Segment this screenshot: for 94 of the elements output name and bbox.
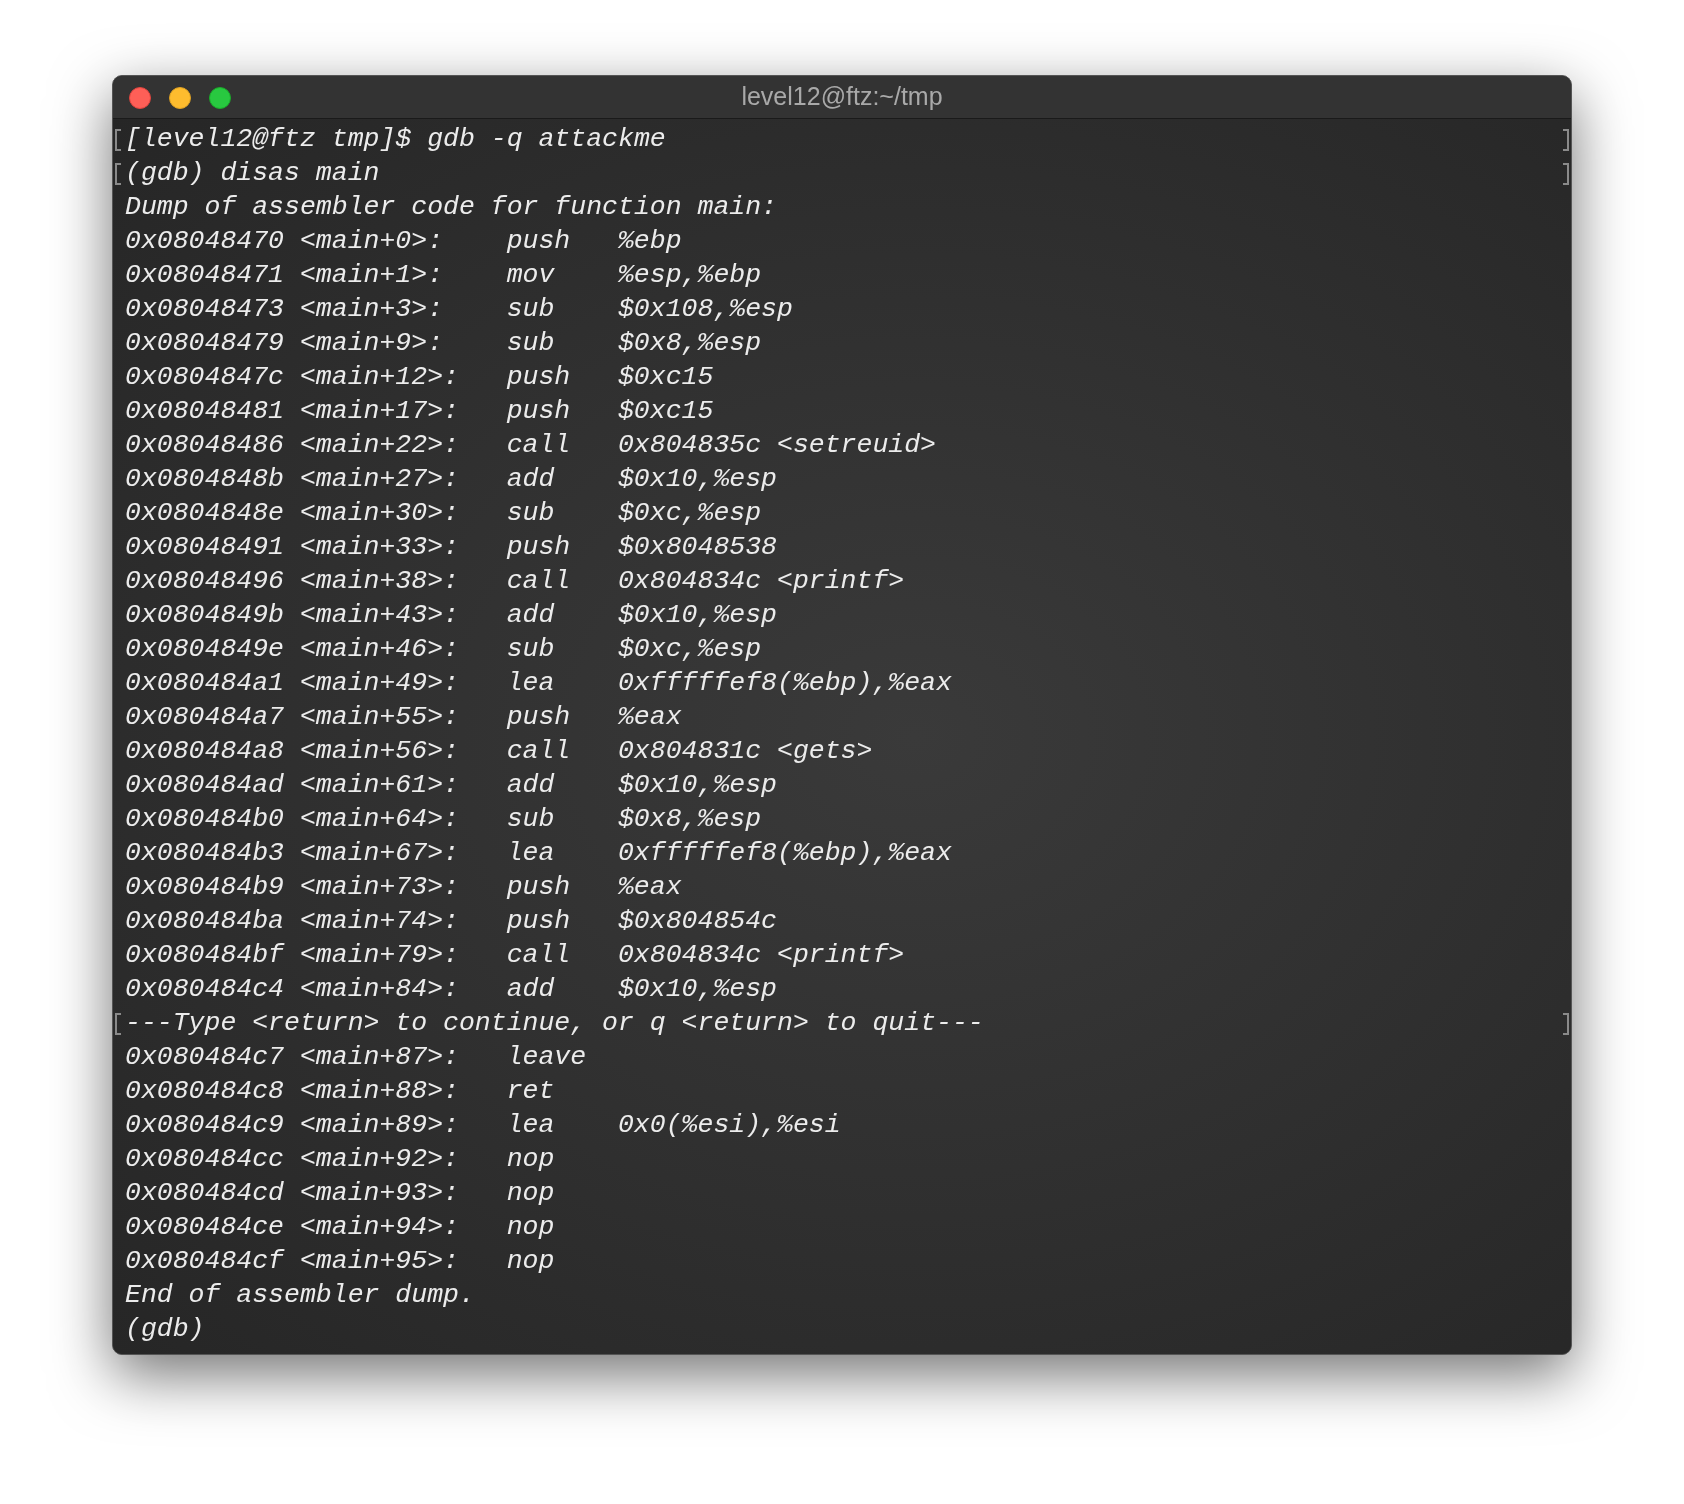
instruction-operands: $0xc15 (617, 361, 714, 395)
instruction-address: 0x080484ad <main+61>: (125, 769, 460, 803)
instruction-operands: $0xc,%esp (617, 633, 762, 667)
instruction-address: 0x080484bf <main+79>: (125, 939, 460, 973)
instruction-mnemonic: call (506, 735, 572, 769)
instruction-operands: %eax (617, 871, 682, 905)
terminal-output-line: [level12@ftz tmp]$ gdb -q attackme (125, 123, 666, 157)
instruction-mnemonic: ret (506, 1075, 556, 1109)
instruction-mnemonic: add (506, 463, 556, 497)
instruction-mnemonic: sub (506, 803, 556, 837)
instruction-operands: %eax (617, 701, 682, 735)
instruction-address: 0x080484cc <main+92>: (125, 1143, 460, 1177)
instruction-operands: 0x804834c <printf> (617, 565, 905, 599)
instruction-address: 0x0804847c <main+12>: (125, 361, 460, 395)
instruction-address: 0x0804849e <main+46>: (125, 633, 460, 667)
instruction-address: 0x080484a8 <main+56>: (125, 735, 460, 769)
instruction-operands: $0xc,%esp (617, 497, 762, 531)
instruction-mnemonic: add (506, 599, 556, 633)
instruction-operands: $0x10,%esp (617, 599, 777, 633)
instruction-operands: $0x10,%esp (617, 463, 777, 497)
instruction-address: 0x080484b0 <main+64>: (125, 803, 460, 837)
instruction-operands: %esp,%ebp (617, 259, 762, 293)
instruction-address: 0x080484c9 <main+89>: (125, 1109, 460, 1143)
instruction-mnemonic: call (506, 565, 572, 599)
instruction-address: 0x080484a1 <main+49>: (125, 667, 460, 701)
instruction-address: 0x080484cf <main+95>: (125, 1245, 460, 1279)
instruction-mnemonic: sub (506, 327, 556, 361)
instruction-mnemonic: push (506, 871, 572, 905)
instruction-address: 0x080484cd <main+93>: (125, 1177, 460, 1211)
instruction-mnemonic: nop (506, 1245, 556, 1279)
instruction-mnemonic: lea (506, 837, 556, 871)
instruction-mnemonic: push (506, 361, 572, 395)
instruction-mnemonic: mov (506, 259, 556, 293)
instruction-mnemonic: call (506, 939, 572, 973)
instruction-address: 0x080484c7 <main+87>: (125, 1041, 460, 1075)
maximize-button[interactable] (209, 87, 231, 109)
terminal-output-line: (gdb) disas main (125, 157, 380, 191)
instruction-mnemonic: lea (506, 1109, 556, 1143)
instruction-operands: $0x10,%esp (617, 769, 777, 803)
instruction-mnemonic: nop (506, 1211, 556, 1245)
instruction-mnemonic: add (506, 769, 556, 803)
instruction-operands: $0x8,%esp (617, 803, 762, 837)
instruction-mnemonic: push (506, 395, 572, 429)
instruction-address: 0x0804848b <main+27>: (125, 463, 460, 497)
instruction-operands: 0x0(%esi),%esi (617, 1109, 841, 1143)
instruction-operands: $0x804854c (617, 905, 777, 939)
instruction-address: 0x08048491 <main+33>: (125, 531, 460, 565)
instruction-operands: %ebp (617, 225, 682, 259)
instruction-operands: 0xfffffef8(%ebp),%eax (617, 837, 952, 871)
instruction-mnemonic: nop (506, 1143, 556, 1177)
instruction-operands: $0xc15 (617, 395, 714, 429)
instruction-operands: 0xfffffef8(%ebp),%eax (617, 667, 952, 701)
instruction-operands: 0x804834c <printf> (617, 939, 905, 973)
instruction-address: 0x08048479 <main+9>: (125, 327, 445, 361)
instruction-operands: $0x108,%esp (617, 293, 793, 327)
instruction-address: 0x080484ba <main+74>: (125, 905, 460, 939)
close-button[interactable] (129, 87, 151, 109)
window-title: level12@ftz:~/tmp (741, 81, 943, 113)
instruction-address: 0x080484b3 <main+67>: (125, 837, 460, 871)
instruction-address: 0x080484c4 <main+84>: (125, 973, 460, 1007)
instruction-mnemonic: add (506, 973, 556, 1007)
instruction-address: 0x080484a7 <main+55>: (125, 701, 460, 735)
instruction-address: 0x08048471 <main+1>: (125, 259, 445, 293)
instruction-address: 0x08048470 <main+0>: (125, 225, 445, 259)
instruction-mnemonic: push (506, 531, 572, 565)
instruction-mnemonic: sub (506, 497, 556, 531)
instruction-address: 0x0804849b <main+43>: (125, 599, 460, 633)
instruction-operands: $0x10,%esp (617, 973, 777, 1007)
instruction-mnemonic: sub (506, 293, 556, 327)
instruction-mnemonic: lea (506, 667, 556, 701)
instruction-mnemonic: push (506, 905, 572, 939)
instruction-mnemonic: push (506, 225, 572, 259)
instruction-address: 0x080484ce <main+94>: (125, 1211, 460, 1245)
terminal-output-line: ---Type <return> to continue, or q <return> to quit--- (125, 1007, 984, 1041)
instruction-mnemonic: leave (506, 1041, 588, 1075)
terminal-output-line: End of assembler dump. (125, 1279, 475, 1313)
instruction-address: 0x080484b9 <main+73>: (125, 871, 460, 905)
instruction-address: 0x08048496 <main+38>: (125, 565, 460, 599)
instruction-operands: $0x8,%esp (617, 327, 762, 361)
terminal-output-line: (gdb) (125, 1313, 205, 1347)
terminal-output-line: Dump of assembler code for function main: (125, 191, 777, 225)
instruction-address: 0x08048486 <main+22>: (125, 429, 460, 463)
instruction-mnemonic: call (506, 429, 572, 463)
instruction-mnemonic: nop (506, 1177, 556, 1211)
instruction-address: 0x0804848e <main+30>: (125, 497, 460, 531)
instruction-address: 0x080484c8 <main+88>: (125, 1075, 460, 1109)
instruction-address: 0x08048473 <main+3>: (125, 293, 445, 327)
instruction-address: 0x08048481 <main+17>: (125, 395, 460, 429)
instruction-mnemonic: sub (506, 633, 556, 667)
instruction-operands: 0x804831c <gets> (617, 735, 873, 769)
minimize-button[interactable] (169, 87, 191, 109)
instruction-mnemonic: push (506, 701, 572, 735)
instruction-operands: $0x8048538 (617, 531, 777, 565)
instruction-operands: 0x804835c <setreuid> (617, 429, 937, 463)
